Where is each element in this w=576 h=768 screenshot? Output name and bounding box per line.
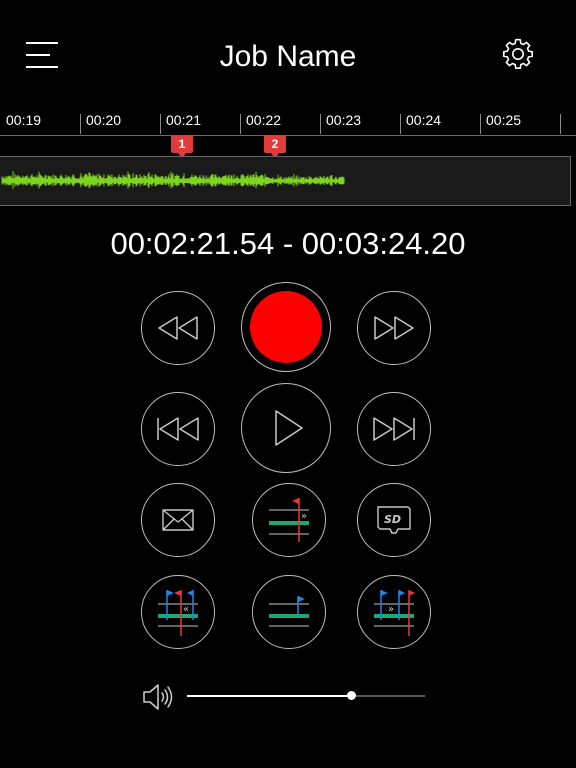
marker-forward-button[interactable]: » — [252, 483, 326, 557]
tick-label: 00:22 — [246, 112, 282, 128]
tick-line — [320, 114, 321, 134]
rewind-button[interactable] — [141, 291, 215, 365]
tick-line — [560, 114, 561, 134]
svg-text:»: » — [301, 511, 307, 522]
time-range-display: 00:02:21.54 - 00:03:24.20 — [110, 226, 466, 261]
region-forward-icon: » — [374, 590, 415, 636]
record-button[interactable] — [241, 282, 331, 372]
waveform-path — [1, 171, 345, 189]
play-icon — [275, 410, 303, 446]
tick-line — [80, 114, 81, 134]
page-title: Job Name — [219, 40, 357, 73]
marker-1[interactable]: 1 — [171, 135, 193, 159]
region-back-icon: « — [158, 590, 198, 636]
fast-forward-button[interactable] — [357, 291, 431, 365]
waveform — [1, 171, 345, 189]
skip-forward-icon — [373, 417, 415, 441]
sd-card-button[interactable]: SD — [357, 483, 431, 557]
mail-icon — [162, 509, 194, 531]
tick-label: 00:20 — [86, 112, 122, 128]
tick-line — [160, 114, 161, 134]
email-button[interactable] — [141, 483, 215, 557]
waveform-track[interactable] — [0, 156, 571, 206]
region-center-icon — [269, 596, 309, 627]
marker-2[interactable]: 2 — [264, 135, 286, 159]
settings-button[interactable] — [500, 36, 536, 72]
tick-label: 00:24 — [406, 112, 442, 128]
region-center-button[interactable] — [252, 575, 326, 649]
volume-thumb[interactable] — [347, 691, 356, 700]
marker-forward-icon: » — [269, 498, 309, 542]
gear-icon — [503, 38, 533, 69]
tick-line — [400, 114, 401, 134]
region-back-button[interactable]: « — [141, 575, 215, 649]
tick-line — [240, 114, 241, 134]
svg-text:SD: SD — [384, 513, 401, 526]
timeline-ruler[interactable]: 00:19 00:20 00:21 00:22 00:23 00:24 00:2… — [0, 108, 576, 136]
tick-line — [480, 114, 481, 134]
record-icon — [250, 291, 322, 363]
play-button[interactable] — [241, 383, 331, 473]
skip-forward-button[interactable] — [357, 392, 431, 466]
skip-back-icon — [157, 417, 199, 441]
region-forward-button[interactable]: » — [357, 575, 431, 649]
volume-fill — [187, 695, 351, 697]
svg-text:«: « — [183, 604, 189, 615]
rewind-icon — [158, 316, 198, 340]
skip-back-button[interactable] — [141, 392, 215, 466]
tick-label: 00:21 — [166, 112, 202, 128]
fast-forward-icon — [374, 316, 414, 340]
volume-slider[interactable] — [187, 691, 425, 700]
tick-label: 00:19 — [6, 112, 42, 128]
sd-card-icon: SD — [377, 506, 411, 534]
tick-label: 00:23 — [326, 112, 362, 128]
speaker-icon[interactable] — [142, 682, 176, 712]
svg-text:»: » — [388, 604, 394, 615]
tick-label: 00:25 — [486, 112, 522, 128]
